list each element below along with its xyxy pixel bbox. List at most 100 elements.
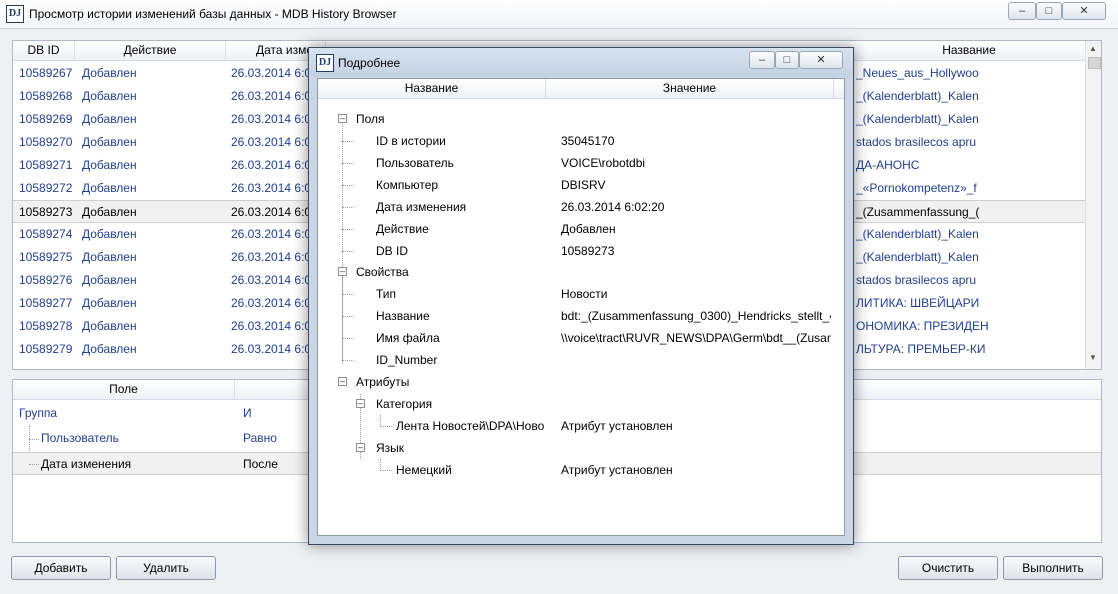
collapse-toggle-icon[interactable]: – [338, 267, 347, 276]
dialog-title-bar[interactable]: DJ Подробнее – □ ✕ [309, 48, 853, 76]
tree-leaf-value: bdt:_(Zusammenfassung_0300)_Hendricks_st… [561, 309, 831, 323]
tree-leaf-value: 35045170 [561, 134, 615, 148]
dialog-title: Подробнее [338, 56, 401, 70]
collapse-toggle-icon[interactable]: – [356, 399, 365, 408]
tree-leaf-value: \\voice\tract\RUVR_NEWS\DPA\Germ\bdt__(Z… [561, 331, 831, 345]
tree-leaf-value: Добавлен [561, 222, 616, 236]
tree-leaf-name[interactable]: Дата изменения [376, 196, 546, 218]
cell-date: 26.03.2014 6:01 [231, 135, 311, 149]
filter-operator: И [243, 406, 252, 420]
tree-leaf-name[interactable]: Пользователь [376, 152, 546, 174]
cell-date: 26.03.2014 6:02 [231, 205, 311, 219]
tree-leaf-name[interactable]: Тип [376, 283, 546, 305]
tree-line [342, 360, 354, 361]
cell-name: _(Kalenderblatt)_Kalen [856, 89, 979, 103]
tree-leaf-category-item[interactable]: Лента Новостей\DPA\Ново [396, 415, 546, 437]
minimize-button[interactable]: – [1008, 2, 1036, 20]
delete-button[interactable]: Удалить [116, 556, 216, 580]
cell-action: Добавлен [82, 342, 137, 356]
dialog-minimize-button[interactable]: – [749, 51, 775, 69]
cell-db-id: 10589268 [19, 89, 73, 103]
dialog-maximize-button[interactable]: □ [775, 51, 799, 69]
app-logo-icon: DJ [316, 54, 334, 72]
filter-operator: Равно [243, 431, 277, 445]
tree-line [342, 294, 354, 295]
cell-date: 26.03.2014 6:01 [231, 89, 311, 103]
tree-leaf-value [561, 349, 831, 371]
tree-group-properties[interactable]: Свойства [356, 261, 409, 283]
column-header-value[interactable]: Значение [546, 79, 834, 99]
cell-date: 26.03.2014 6:02 [231, 181, 311, 195]
cell-action: Добавлен [82, 273, 137, 287]
column-header-action[interactable]: Действие [75, 41, 226, 61]
cell-action: Добавлен [82, 89, 137, 103]
close-button[interactable]: ✕ [1062, 2, 1106, 20]
tree-leaf-name[interactable]: Название [376, 305, 546, 327]
cell-action: Добавлен [82, 66, 137, 80]
cell-name: _Neues_aus_Hollywoo [856, 66, 979, 80]
tree-node-category[interactable]: Категория [376, 393, 432, 415]
scroll-thumb[interactable] [1088, 57, 1101, 69]
tree-leaf-value: Атрибут установлен [561, 419, 673, 433]
app-logo-icon: DJ [6, 5, 24, 23]
cell-name: _(Kalenderblatt)_Kalen [856, 227, 979, 241]
scroll-up-icon[interactable]: ▲ [1089, 44, 1097, 53]
cell-date: 26.03.2014 6:01 [231, 66, 311, 80]
filter-operator: После [243, 457, 278, 471]
clear-button[interactable]: Очистить [898, 556, 998, 580]
column-header-name[interactable]: Название [853, 41, 1085, 61]
cell-date: 26.03.2014 6:04 [231, 342, 311, 356]
title-bar: DJ Просмотр истории изменений базы данны… [0, 0, 1118, 29]
tree-leaf-name[interactable]: ID в истории [376, 130, 546, 152]
add-button[interactable]: Добавить [11, 556, 111, 580]
tree-line [342, 229, 354, 230]
cell-name: ДА-АНОНС [856, 158, 920, 172]
tree-leaf-name[interactable]: Компьютер [376, 174, 546, 196]
fields-list: ID в истории 35045170 Пользователь VOICE\ro… [318, 130, 844, 262]
cell-db-id: 10589269 [19, 112, 73, 126]
details-dialog: DJ Подробнее – □ ✕ Название Значение – П… [308, 47, 854, 545]
history-scrollbar[interactable]: ▲ ▼ [1085, 41, 1101, 369]
cell-action: Добавлен [82, 205, 137, 219]
column-header-name[interactable]: Название [318, 79, 546, 99]
tree-group-fields[interactable]: Поля [356, 108, 385, 130]
dialog-close-button[interactable]: ✕ [799, 51, 843, 69]
collapse-toggle-icon[interactable]: – [356, 443, 365, 452]
cell-db-id: 10589278 [19, 319, 73, 333]
tree-line [342, 141, 354, 142]
collapse-toggle-icon[interactable]: – [338, 114, 347, 123]
cell-db-id: 10589274 [19, 227, 73, 241]
cell-db-id: 10589273 [19, 205, 73, 219]
tree-line [342, 316, 354, 317]
cell-name: _(Kalenderblatt)_Kalen [856, 250, 979, 264]
cell-action: Добавлен [82, 181, 137, 195]
maximize-button[interactable]: □ [1036, 2, 1062, 20]
tree-leaf-value: Атрибут установлен [561, 463, 673, 477]
tree-leaf-language-item[interactable]: Немецкий [396, 459, 452, 481]
tree-node-language[interactable]: Язык [376, 437, 404, 459]
tree-line [342, 185, 354, 186]
cell-db-id: 10589276 [19, 273, 73, 287]
column-header-db-id[interactable]: DB ID [13, 41, 75, 61]
tree-leaf-name[interactable]: ID_Number [376, 349, 546, 371]
cell-action: Добавлен [82, 227, 137, 241]
run-button[interactable]: Выполнить [1003, 556, 1103, 580]
tree-leaf-name[interactable]: DB ID [376, 240, 546, 262]
cell-name: _(Kalenderblatt)_Kalen [856, 112, 979, 126]
tree-leaf-name[interactable]: Имя файла [376, 327, 546, 349]
cell-action: Добавлен [82, 319, 137, 333]
tree-line [342, 207, 354, 208]
tree-leaf-name[interactable]: Действие [376, 218, 546, 240]
cell-db-id: 10589267 [19, 66, 73, 80]
tree-leaf-value: DBISRV [561, 178, 606, 192]
tree-line [29, 464, 39, 465]
cell-name: ЛЬТУРА: ПРЕМЬЕР-КИ [856, 342, 986, 356]
cell-action: Добавлен [82, 112, 137, 126]
column-header-field[interactable]: Поле [13, 380, 235, 400]
cell-date: 26.03.2014 6:01 [231, 158, 311, 172]
scroll-down-icon[interactable]: ▼ [1089, 353, 1097, 362]
tree-group-attributes[interactable]: Атрибуты [356, 371, 409, 393]
cell-name: ЛИТИКА: ШВЕЙЦАРИ [856, 296, 980, 310]
collapse-toggle-icon[interactable]: – [338, 377, 347, 386]
filter-field: Дата изменения [41, 457, 132, 471]
